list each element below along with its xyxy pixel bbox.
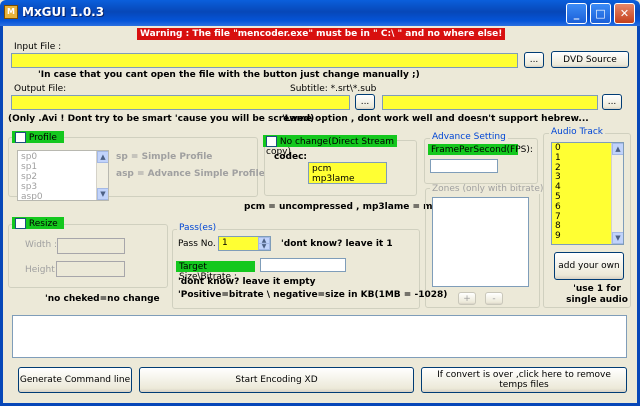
resize-checkbox[interactable]: Resize (12, 217, 64, 229)
list-item[interactable]: mp3lame (312, 174, 383, 183)
warning-banner: Warning : The file "mencoder.exe" must b… (137, 28, 506, 40)
advance-title: Advance Setting (430, 132, 508, 142)
start-encoding-button[interactable]: Start Encoding XD (139, 367, 414, 393)
zone-add-button[interactable]: + (458, 292, 476, 305)
subtitle-field[interactable] (382, 95, 598, 110)
command-output-box[interactable] (12, 315, 627, 358)
output-file-label: Output File: (14, 84, 67, 94)
audio-title: Audio Track (549, 127, 605, 137)
resize-check-box[interactable] (15, 218, 26, 229)
list-item[interactable]: sp2 (21, 172, 105, 182)
codec-list[interactable]: pcm mp3lame (308, 162, 387, 184)
input-hint: 'In case that you cant open the file wit… (38, 70, 420, 80)
pass-label: Pass No. (178, 239, 216, 249)
list-item[interactable]: sp0 (21, 152, 105, 162)
input-file-field[interactable] (11, 53, 518, 68)
zone-remove-button[interactable]: - (485, 292, 503, 305)
height-field[interactable] (56, 261, 125, 277)
avi-note: (Only .Avi ! Dont try to be smart 'cause… (8, 114, 315, 124)
zones-title: Zones (only with bitrate) (430, 184, 546, 194)
output-file-field[interactable] (11, 95, 350, 110)
passes-title: Pass(es) (177, 223, 219, 233)
codec-note: pcm = uncompressed , mp3lame = mp3 (244, 202, 446, 212)
maximize-button[interactable]: □ (590, 3, 611, 24)
direct-stream-checkbox[interactable]: No change(Direct Stream copy) (263, 135, 397, 157)
width-field[interactable] (57, 238, 125, 254)
scroll-up-icon[interactable]: ▲ (97, 151, 108, 163)
output-browse-button[interactable]: ... (355, 94, 375, 110)
scroll-up-icon[interactable]: ▲ (612, 143, 623, 155)
input-file-label: Input File : (14, 42, 62, 52)
profile-scrollbar[interactable]: ▲ ▼ (96, 151, 108, 200)
target-size-label: Target Size\Bitrate : (176, 261, 255, 282)
codec-label: codec: (274, 152, 307, 162)
scroll-down-icon[interactable]: ▼ (97, 188, 108, 200)
generate-command-button[interactable]: Generate Command line (18, 367, 132, 393)
target-note-2: 'Positive=bitrate \ negative=size in KB(… (178, 290, 448, 300)
fps-field[interactable] (430, 159, 498, 173)
app-icon: M (4, 5, 18, 19)
target-note-1: 'dont know? leave it empty (178, 277, 316, 287)
pass-stepper[interactable]: 1 ▲ ▼ (218, 236, 271, 251)
remove-temps-button[interactable]: If convert is over ,click here to remove… (421, 367, 627, 393)
asp-description: asp = Advance Simple Profile (116, 169, 265, 179)
resize-group (8, 224, 168, 288)
audio-scrollbar[interactable]: ▲ ▼ (611, 143, 623, 244)
profile-checkbox[interactable]: Profile (12, 131, 64, 143)
subtitle-label: Subtitle: *.srt\*.sub (290, 84, 377, 94)
profile-check-box[interactable] (15, 132, 26, 143)
stream-check-box[interactable] (266, 136, 277, 147)
subtitle-browse-button[interactable]: ... (602, 94, 622, 110)
window-title: MxGUI 1.0.3 (22, 5, 105, 19)
close-button[interactable]: ✕ (614, 3, 635, 24)
list-item[interactable]: sp1 (21, 162, 105, 172)
target-size-field[interactable] (260, 258, 346, 272)
spin-down-icon[interactable]: ▼ (258, 243, 270, 250)
list-item[interactable]: pcm (312, 164, 383, 174)
resize-label: Resize (28, 219, 58, 229)
lame-note: 'Lame option , dont work well and doesn'… (282, 114, 589, 124)
dvd-source-button[interactable]: DVD Source (551, 51, 629, 68)
fps-label: FramePerSecond(FPS): (428, 144, 533, 155)
resize-note: 'no cheked=no change (45, 294, 160, 304)
sp-description: sp = Simple Profile (116, 152, 213, 162)
title-bar[interactable]: M MxGUI 1.0.3 _ □ ✕ (0, 0, 640, 26)
audio-track-list[interactable]: 0 1 2 3 4 5 6 7 8 9 ▲ ▼ (551, 142, 624, 245)
scroll-down-icon[interactable]: ▼ (612, 232, 623, 244)
pass-note: 'dont know? leave it 1 (281, 239, 393, 249)
minimize-button[interactable]: _ (566, 3, 587, 24)
audio-note: 'use 1 for single audio (566, 284, 628, 305)
list-item[interactable]: sp3 (21, 182, 105, 192)
profile-label: Profile (28, 133, 57, 143)
width-label: Width : (25, 240, 58, 250)
zones-list[interactable] (432, 197, 529, 287)
list-item[interactable]: asp0 (21, 192, 105, 200)
profile-list[interactable]: sp0 sp1 sp2 sp3 asp0 ▲ ▼ (17, 150, 109, 201)
input-browse-button[interactable]: ... (524, 52, 544, 68)
add-audio-button[interactable]: add your own (554, 252, 624, 280)
pass-value: 1 (222, 238, 228, 248)
